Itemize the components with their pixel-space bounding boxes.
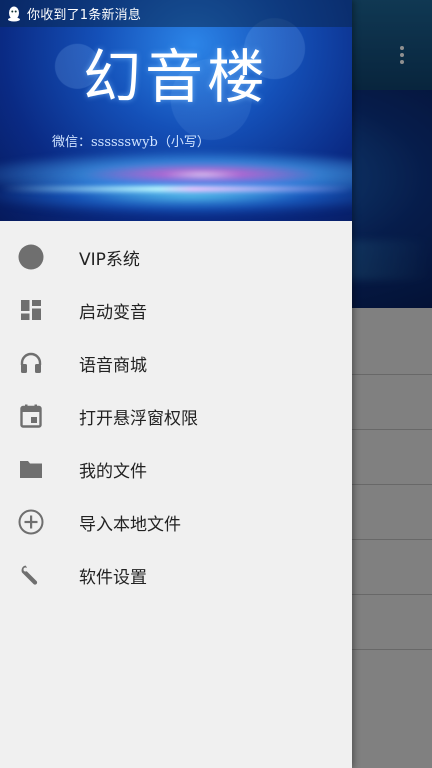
menu-item-voice-store[interactable]: 语音商城 xyxy=(0,336,352,389)
menu-item-my-files[interactable]: 我的文件 xyxy=(0,442,352,495)
dashboard-icon xyxy=(18,297,44,323)
menu-item-label: 打开悬浮窗权限 xyxy=(79,409,198,429)
header-light-streak xyxy=(0,186,352,192)
headphones-icon xyxy=(18,350,44,376)
header-light-glow xyxy=(0,175,352,215)
menu-item-settings[interactable]: 软件设置 xyxy=(0,548,352,601)
add-circle-icon xyxy=(18,509,44,535)
drawer-header: 幻音楼 微信：sssssswyb（小写） xyxy=(0,0,352,221)
menu-item-floating-window-permission[interactable]: 打开悬浮窗权限 xyxy=(0,389,352,442)
qq-penguin-icon xyxy=(7,6,21,22)
folder-icon xyxy=(18,456,44,482)
wrench-icon xyxy=(18,562,44,588)
menu-item-import-local-file[interactable]: 导入本地文件 xyxy=(0,495,352,548)
navigation-drawer: 幻音楼 微信：sssssswyb（小写） VIP系统 启动变音 语音商城 打开悬… xyxy=(0,0,352,768)
menu-item-start-voice-change[interactable]: 启动变音 xyxy=(0,283,352,336)
menu-item-label: 语音商城 xyxy=(79,356,147,376)
wechat-contact: 微信：sssssswyb（小写） xyxy=(52,135,210,150)
menu-item-label: 启动变音 xyxy=(79,303,147,323)
menu-item-label: 导入本地文件 xyxy=(79,515,181,535)
menu-item-label: 我的文件 xyxy=(79,462,147,482)
app-title: 幻音楼 xyxy=(82,43,269,111)
menu-item-vip[interactable]: VIP系统 xyxy=(0,230,352,283)
menu-item-label: 软件设置 xyxy=(79,568,147,588)
status-bar: 你收到了1条新消息 xyxy=(0,0,352,27)
menu-item-label: VIP系统 xyxy=(79,250,140,270)
notification-text: 你收到了1条新消息 xyxy=(27,8,142,23)
drawer-menu: VIP系统 启动变音 语音商城 打开悬浮窗权限 我的文件 导入本地文件 软件设置 xyxy=(0,230,352,601)
circle-icon xyxy=(18,244,44,270)
calendar-icon xyxy=(18,403,44,429)
